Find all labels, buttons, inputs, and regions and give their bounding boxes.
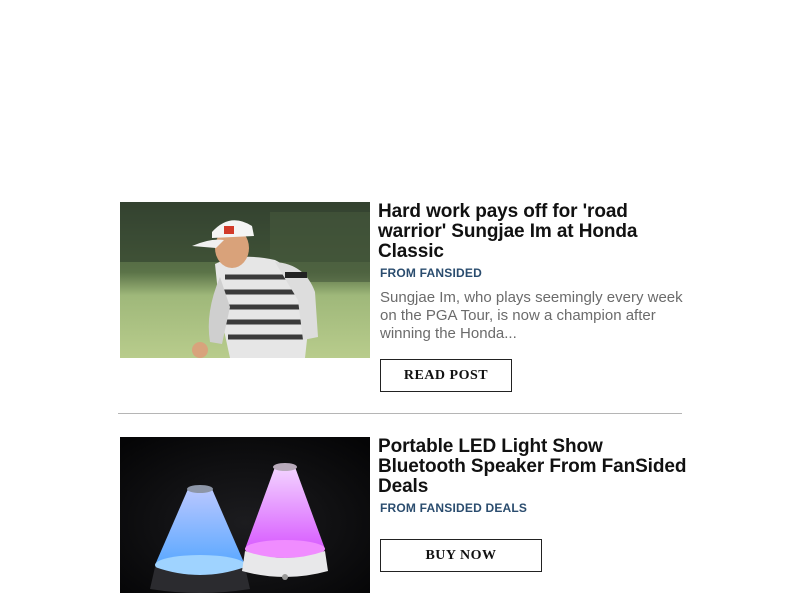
speaker-photo[interactable]: [120, 437, 370, 593]
golfer-photo[interactable]: [120, 202, 370, 358]
article-headline[interactable]: Hard work pays off for 'road warrior' Su…: [378, 202, 688, 262]
feed-divider: [118, 413, 682, 414]
feed-card-1-content: Hard work pays off for 'road warrior' Su…: [378, 202, 688, 343]
read-post-button[interactable]: READ POST: [380, 359, 512, 392]
article-excerpt: Sungjae Im, who plays seemingly every we…: [380, 289, 683, 342]
source-label: FROM FANSIDED DEALS: [380, 501, 528, 515]
buy-now-button[interactable]: BUY NOW: [380, 539, 542, 572]
feed-card-2-content: Portable LED Light Show Bluetooth Speake…: [378, 437, 688, 516]
feed-card-1: Hard work pays off for 'road warrior' Su…: [120, 202, 686, 402]
source-label: FROM FANSIDED: [380, 266, 482, 280]
deal-headline[interactable]: Portable LED Light Show Bluetooth Speake…: [378, 437, 688, 497]
feed-card-2: Portable LED Light Show Bluetooth Speake…: [120, 437, 686, 600]
